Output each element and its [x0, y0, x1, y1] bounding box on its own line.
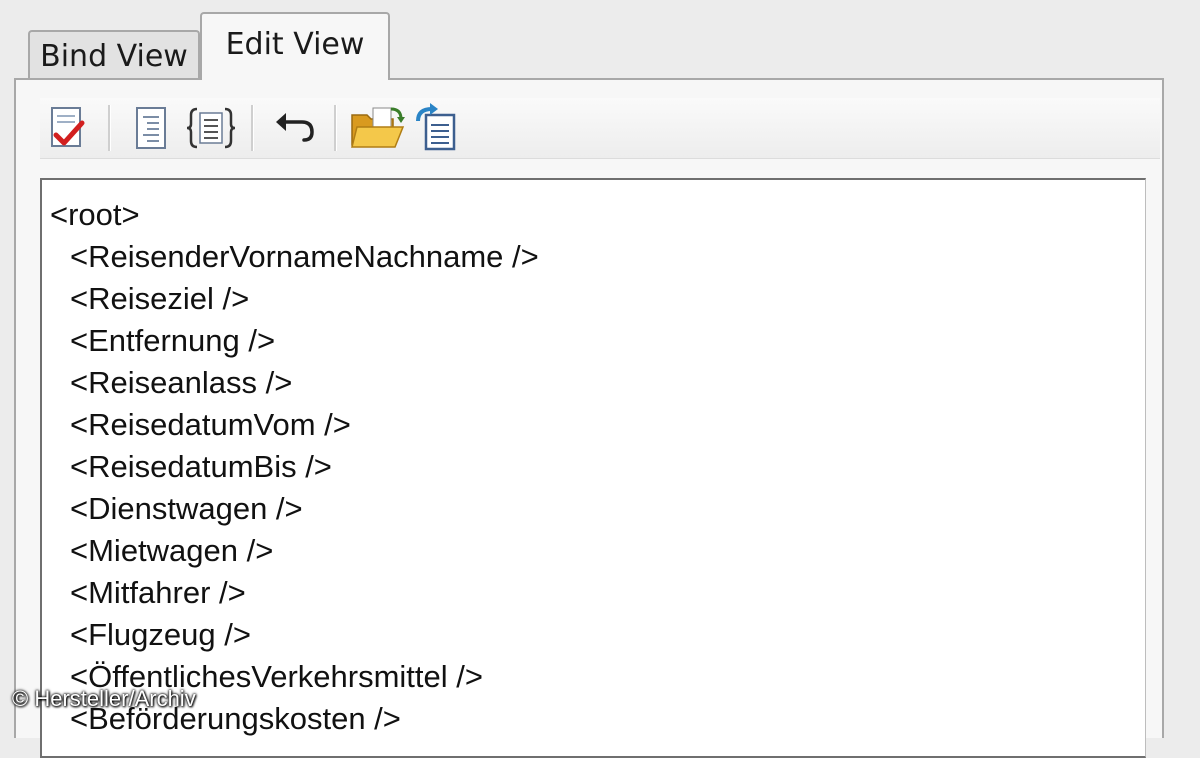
- copyright-watermark: © Hersteller/Archiv: [12, 686, 196, 711]
- edit-view-panel: <root> <ReisenderVornameNachname /> <Reise…: [14, 78, 1164, 758]
- code-line: <Entfernung />: [70, 323, 276, 358]
- refresh-document-icon: [416, 103, 456, 151]
- code-line: <ÖffentlichesVerkehrsmittel />: [70, 659, 483, 694]
- code-line: <Mietwagen />: [70, 533, 274, 568]
- refresh-button[interactable]: [409, 100, 465, 156]
- toolbar-separator: [108, 105, 111, 151]
- validate-button[interactable]: [40, 100, 96, 156]
- xml-editor[interactable]: <root> <ReisenderVornameNachname /> <Reise…: [40, 178, 1146, 758]
- toolbar-separator: [334, 105, 337, 151]
- code-line: <Flugzeug />: [70, 617, 251, 652]
- validate-icon: [51, 107, 85, 147]
- format-braces-icon: [186, 107, 236, 149]
- tab-edit-view[interactable]: Edit View: [200, 12, 390, 80]
- code-line: <Reiseziel />: [70, 281, 250, 316]
- code-line: <Dienstwagen />: [70, 491, 303, 526]
- toolbar: [40, 98, 1160, 159]
- document-outline-icon: [136, 107, 166, 149]
- code-line: <root>: [50, 197, 140, 232]
- outline-button[interactable]: [123, 100, 179, 156]
- code-line: <Beförderungskosten />: [70, 701, 401, 736]
- code-line: <ReisenderVornameNachname />: [70, 239, 539, 274]
- undo-icon: [276, 113, 314, 142]
- tab-strip: Bind View Edit View: [0, 0, 1200, 80]
- open-button[interactable]: [349, 100, 405, 156]
- open-folder-icon: [351, 107, 405, 148]
- code-line: <Reiseanlass />: [70, 365, 293, 400]
- code-line: <ReisedatumVom />: [70, 407, 351, 442]
- code-line: <Mitfahrer />: [70, 575, 246, 610]
- undo-button[interactable]: [266, 100, 322, 156]
- format-button[interactable]: [183, 100, 239, 156]
- code-line: <ReisedatumBis />: [70, 449, 332, 484]
- tab-bind-view[interactable]: Bind View: [28, 30, 200, 80]
- toolbar-separator: [251, 105, 254, 151]
